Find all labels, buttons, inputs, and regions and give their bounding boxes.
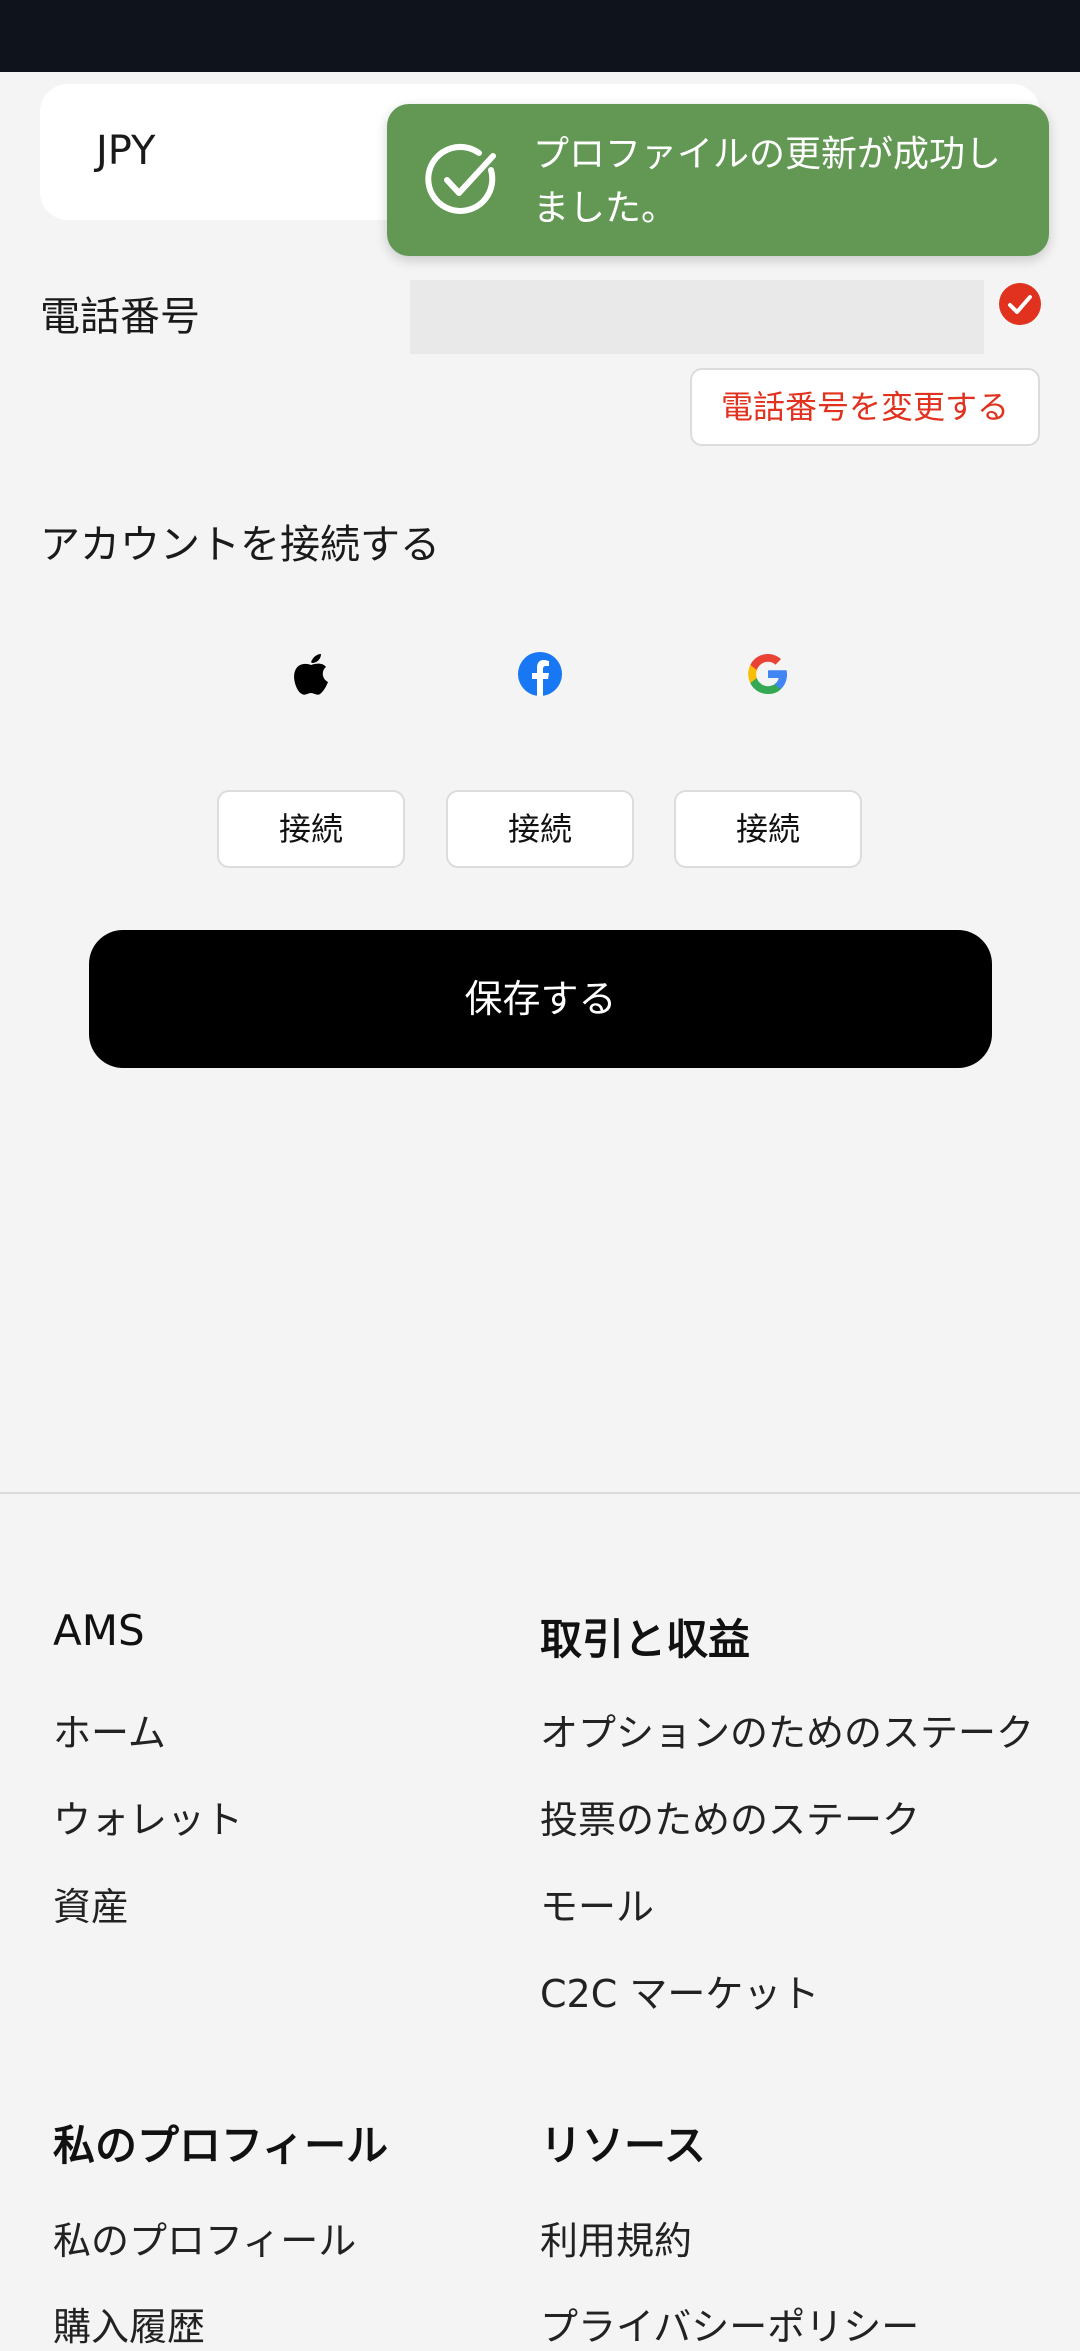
check-circle-icon bbox=[425, 143, 496, 214]
footer-link-assets[interactable]: 資産 bbox=[53, 1876, 129, 1931]
success-toast: プロファイルの更新が成功しました。 bbox=[387, 104, 1049, 256]
footer-link-my-profile[interactable]: 私のプロフィール bbox=[53, 2210, 356, 2265]
footer-link-stake-options[interactable]: オプションのためのステーク bbox=[540, 1702, 1034, 1757]
phone-input[interactable] bbox=[410, 280, 984, 354]
footer-divider bbox=[0, 1492, 1080, 1494]
facebook-icon bbox=[518, 652, 562, 696]
google-icon bbox=[748, 654, 787, 694]
footer-heading-ams: AMS bbox=[53, 1606, 145, 1655]
footer-link-wallet[interactable]: ウォレット bbox=[53, 1789, 243, 1844]
connect-facebook-button[interactable]: 接続 bbox=[446, 790, 634, 868]
footer-link-stake-vote[interactable]: 投票のためのステーク bbox=[540, 1789, 920, 1844]
footer-heading-profile: 私のプロフィール bbox=[53, 2121, 389, 2170]
footer-link-c2c-market[interactable]: C2C マーケット bbox=[540, 1963, 819, 2018]
footer-link-terms[interactable]: 利用規約 bbox=[540, 2210, 692, 2265]
connect-google-button[interactable]: 接続 bbox=[674, 790, 862, 868]
footer-link-privacy[interactable]: プライバシーポリシー bbox=[540, 2296, 919, 2351]
footer-link-mall[interactable]: モール bbox=[540, 1876, 654, 1931]
save-button[interactable]: 保存する bbox=[89, 930, 992, 1068]
status-bar bbox=[0, 0, 1080, 72]
currency-value: JPY bbox=[96, 128, 156, 174]
apple-icon bbox=[294, 654, 328, 695]
verified-check-icon bbox=[999, 283, 1041, 325]
change-phone-button[interactable]: 電話番号を変更する bbox=[690, 368, 1040, 446]
footer-link-home[interactable]: ホーム bbox=[53, 1702, 166, 1757]
connect-apple-button[interactable]: 接続 bbox=[217, 790, 405, 868]
footer-heading-trading: 取引と収益 bbox=[540, 1615, 751, 1664]
toast-message: プロファイルの更新が成功しました。 bbox=[533, 134, 1002, 229]
connect-accounts-title: アカウントを接続する bbox=[40, 522, 440, 568]
footer-heading-resources: リソース bbox=[540, 2121, 706, 2170]
phone-label: 電話番号 bbox=[40, 294, 200, 340]
footer-link-purchase-history[interactable]: 購入履歴 bbox=[53, 2296, 205, 2351]
